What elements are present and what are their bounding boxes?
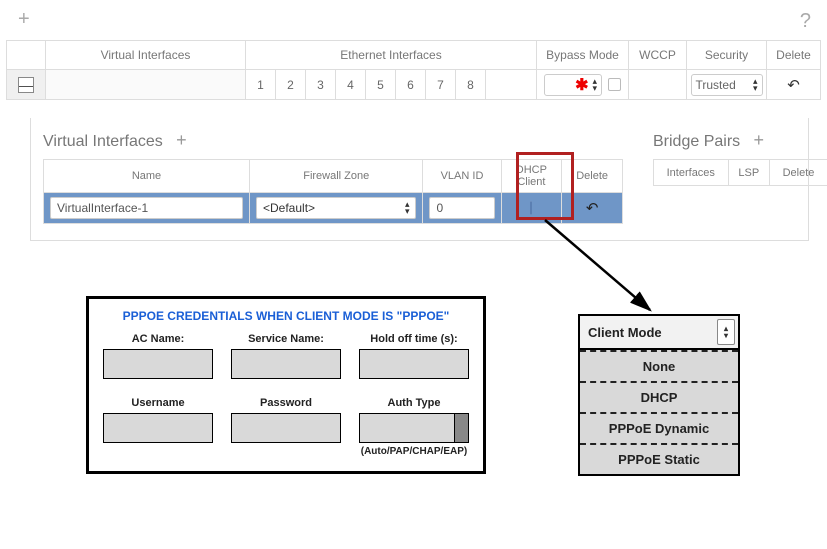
vi-col-delete: Delete [562,160,623,193]
details-section: Virtual Interfaces + Name Firewall Zone … [30,118,809,241]
hold-off-label: Hold off time (s): [359,333,469,345]
security-value: Trusted [696,78,736,92]
col-ethernet-interfaces: Ethernet Interfaces [245,41,536,69]
add-virtual-interface-icon[interactable]: + [176,130,187,150]
fz-value: <Default> [263,201,315,215]
row-revert-icon[interactable]: ↶ [586,200,599,217]
add-icon[interactable]: + [18,8,30,31]
service-name-label: Service Name: [231,333,341,345]
vi-col-vlan: VLAN ID [423,160,501,193]
virtual-interfaces-table: Name Firewall Zone VLAN ID DHCP Client D… [43,159,623,224]
table-row: <Default> ▴▾ ↶ [44,193,623,224]
client-mode-select[interactable]: Client Mode ▴▾ [580,316,738,350]
eth-6[interactable]: 6 [395,70,425,99]
eth-3[interactable]: 3 [305,70,335,99]
username-label: Username [103,397,213,409]
security-select[interactable]: Trusted ▴▾ [691,74,763,96]
firewall-zone-select[interactable]: <Default> ▴▾ [256,197,416,219]
eth-5[interactable]: 5 [365,70,395,99]
eth-8[interactable]: 8 [455,70,485,99]
client-mode-option-none[interactable]: None [580,350,738,381]
col-delete: Delete [766,41,820,69]
password-label: Password [231,397,341,409]
eth-4[interactable]: 4 [335,70,365,99]
bp-col-delete: Delete [769,160,827,186]
ac-name-input[interactable] [103,349,213,379]
password-input[interactable] [231,413,341,443]
collapse-toggle[interactable]: — [7,70,45,99]
vi-col-fz: Firewall Zone [250,160,423,193]
pppoe-credentials-panel: PPPOE CREDENTIALS WHEN CLIENT MODE IS "P… [86,296,486,474]
add-bridge-pair-icon[interactable]: + [754,130,765,150]
stepper-icon: ▴▾ [592,78,597,92]
stepper-icon: ▴▾ [405,201,410,215]
auth-note: (Auto/PAP/CHAP/EAP) [359,446,469,457]
bp-section-title: Bridge Pairs [653,133,740,150]
main-values-row: — 1 2 3 4 5 6 7 8 ✱ ▴▾ Trusted ▴▾ ↶ [6,70,821,100]
client-mode-option-dhcp[interactable]: DHCP [580,381,738,412]
main-header-row: Virtual Interfaces Ethernet Interfaces B… [6,40,821,70]
pppoe-title: PPPOE CREDENTIALS WHEN CLIENT MODE IS "P… [103,309,469,323]
bypass-select[interactable]: ✱ ▴▾ [544,74,602,96]
bypass-checkbox[interactable] [608,78,621,91]
auth-type-select[interactable] [359,413,469,443]
vi-name-input[interactable] [50,197,243,219]
client-mode-panel: Client Mode ▴▾ None DHCP PPPoE Dynamic P… [578,314,740,476]
client-mode-option-pppoe-static[interactable]: PPPoE Static [580,443,738,474]
ac-name-label: AC Name: [103,333,213,345]
bridge-pairs-table: Interfaces LSP Delete [653,159,827,186]
vi-section-title: Virtual Interfaces [43,133,163,150]
col-security: Security [686,41,766,69]
col-bypass-mode: Bypass Mode [536,41,628,69]
bp-col-interfaces: Interfaces [654,160,729,186]
hold-off-input[interactable] [359,349,469,379]
auth-type-label: Auth Type [359,397,469,409]
eth-1[interactable]: 1 [245,70,275,99]
client-mode-option-pppoe-dynamic[interactable]: PPPoE Dynamic [580,412,738,443]
dhcp-client-checkbox[interactable] [530,201,532,215]
username-input[interactable] [103,413,213,443]
eth-7[interactable]: 7 [425,70,455,99]
eth-2[interactable]: 2 [275,70,305,99]
bp-col-lsp: LSP [728,160,769,186]
stepper-icon: ▴▾ [717,319,735,345]
client-mode-label: Client Mode [588,325,662,340]
vlan-input[interactable] [429,197,494,219]
vi-col-dhcp: DHCP Client [501,160,562,193]
col-virtual-interfaces: Virtual Interfaces [45,41,245,69]
service-name-input[interactable] [231,349,341,379]
stepper-icon: ▴▾ [753,78,758,92]
col-wccp: WCCP [628,41,686,69]
vi-col-name: Name [44,160,250,193]
asterisk-icon: ✱ [571,75,592,95]
revert-icon[interactable]: ↶ [787,76,800,94]
help-icon[interactable]: ? [800,10,811,33]
